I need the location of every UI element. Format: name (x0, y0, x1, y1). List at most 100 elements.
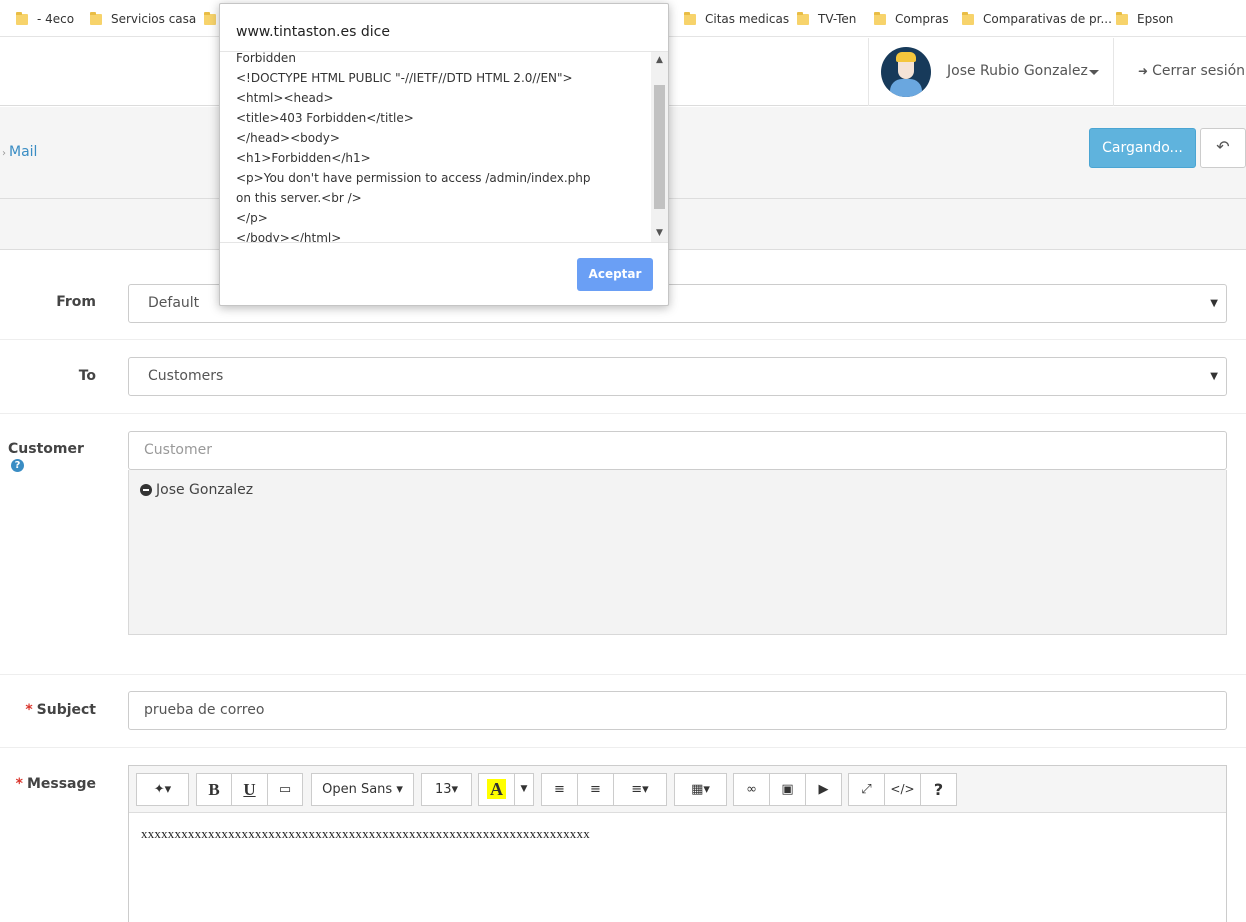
folder-icon (1116, 11, 1128, 25)
image-button[interactable]: ▣ (769, 773, 806, 806)
subject-value: prueba de correo (144, 702, 265, 718)
required-marker: * (25, 702, 33, 718)
bookmark-epson[interactable]: Epson (1116, 11, 1173, 27)
code-icon: </> (890, 782, 915, 796)
scroll-down-icon[interactable]: ▼ (651, 225, 668, 242)
dialog-line: <h1>Forbidden</h1> (236, 151, 371, 165)
save-loading-button[interactable]: Cargando... (1089, 128, 1196, 168)
fullscreen-icon: ⤢ (861, 782, 872, 797)
highlight-button[interactable]: A (478, 773, 515, 806)
magic-wand-button[interactable]: ✦▾ (136, 773, 189, 806)
customer-name: Jose Gonzalez (156, 482, 254, 498)
selected-customers-list: Jose Gonzalez (128, 470, 1227, 635)
code-view-button[interactable]: </> (884, 773, 921, 806)
customer-label: Customer? (8, 441, 84, 472)
dialog-line: Forbidden (236, 51, 296, 65)
remove-icon[interactable] (140, 484, 152, 496)
folder-icon (204, 11, 216, 25)
dialog-line: <html><head> (236, 91, 334, 105)
to-select[interactable]: Customers ▼ (128, 357, 1227, 396)
dialog-line: </body></html> (236, 231, 342, 243)
link-icon: ∞ (746, 782, 757, 797)
dialog-message[interactable]: Forbidden <!DOCTYPE HTML PUBLIC "-//IETF… (220, 51, 668, 243)
breadcrumb[interactable]: › Mail (2, 144, 37, 160)
dropdown-arrow-icon: ▼ (1210, 371, 1218, 382)
numbered-list-icon: ≡ (590, 782, 601, 797)
caret-down-icon: ▾ (396, 782, 403, 797)
to-label: To (78, 368, 96, 384)
link-button[interactable]: ∞ (733, 773, 770, 806)
bookmark-hidden[interactable] (204, 11, 216, 27)
alert-dialog: www.tintaston.es dice Forbidden <!DOCTYP… (219, 3, 669, 306)
folder-icon (90, 11, 102, 25)
bookmark-servicios-casa[interactable]: Servicios casa (90, 11, 196, 27)
message-body[interactable]: xxxxxxxxxxxxxxxxxxxxxxxxxxxxxxxxxxxxxxxx… (141, 826, 590, 842)
unordered-list-button[interactable]: ≡ (541, 773, 578, 806)
dialog-line: </head><body> (236, 131, 340, 145)
editor-toolbar: ✦▾ B U ▭ Open Sans ▾ 13▾ A ▼ ≡ ≡ ≡▾ ▦▾ ∞… (129, 766, 1226, 813)
highlight-icon: A (487, 779, 506, 799)
row-divider (0, 339, 1246, 340)
bold-button[interactable]: B (196, 773, 232, 806)
bookmark-citas-medicas[interactable]: Citas medicas (684, 11, 789, 27)
from-label: From (56, 294, 96, 310)
subject-input[interactable]: prueba de correo (128, 691, 1227, 730)
magic-wand-icon: ✦▾ (153, 782, 172, 797)
bullet-list-icon: ≡ (554, 782, 565, 797)
folder-icon (874, 11, 886, 25)
message-editor[interactable]: ✦▾ B U ▭ Open Sans ▾ 13▾ A ▼ ≡ ≡ ≡▾ ▦▾ ∞… (128, 765, 1227, 922)
customer-placeholder: Customer (144, 442, 213, 458)
user-menu[interactable]: Jose Rubio Gonzalez (868, 38, 1114, 106)
sign-out-icon: ➜ (1138, 64, 1149, 78)
logout-link[interactable]: ➜ Cerrar sesión (1138, 63, 1245, 79)
scroll-up-icon[interactable]: ▲ (651, 52, 668, 69)
accept-button[interactable]: Aceptar (577, 258, 653, 291)
align-left-icon: ≡▾ (631, 782, 649, 797)
customer-search-input[interactable]: Customer (128, 431, 1227, 470)
bookmark-comparativas[interactable]: Comparativas de pr... (962, 11, 1112, 27)
user-name: Jose Rubio Gonzalez (947, 63, 1088, 79)
list-item: Jose Gonzalez (140, 482, 253, 498)
back-button[interactable]: ↶ (1200, 128, 1246, 168)
folder-icon (797, 11, 809, 25)
bookmark-compras[interactable]: Compras (874, 11, 949, 27)
image-icon: ▣ (781, 782, 794, 797)
table-button[interactable]: ▦▾ (674, 773, 727, 806)
underline-button[interactable]: U (231, 773, 268, 806)
video-button[interactable]: ▶ (805, 773, 842, 806)
help-button[interactable]: ? (920, 773, 957, 806)
breadcrumb-separator: › (2, 148, 6, 159)
table-icon: ▦▾ (691, 782, 710, 797)
caret-down-icon: ▼ (520, 784, 528, 794)
required-marker: * (15, 776, 23, 792)
dialog-line: </p> (236, 211, 268, 225)
scroll-thumb[interactable] (654, 85, 665, 209)
ordered-list-button[interactable]: ≡ (577, 773, 614, 806)
from-value: Default (148, 295, 200, 311)
bookmark-4eco[interactable]: - 4eco (16, 11, 74, 27)
row-divider (0, 413, 1246, 414)
folder-icon (962, 11, 974, 25)
font-size-button[interactable]: 13▾ (421, 773, 472, 806)
paragraph-align-button[interactable]: ≡▾ (613, 773, 667, 806)
font-family-button[interactable]: Open Sans ▾ (311, 773, 414, 806)
dialog-line: <!DOCTYPE HTML PUBLIC "-//IETF//DTD HTML… (236, 71, 573, 85)
eraser-icon: ▭ (278, 782, 292, 797)
row-divider (0, 747, 1246, 748)
row-divider (0, 674, 1246, 675)
bookmark-tv-ten[interactable]: TV-Ten (797, 11, 856, 27)
fullscreen-button[interactable]: ⤢ (848, 773, 885, 806)
undo-icon: ↶ (1216, 137, 1230, 156)
to-value: Customers (148, 368, 224, 384)
folder-icon (684, 11, 696, 25)
highlight-dropdown-button[interactable]: ▼ (514, 773, 534, 806)
eraser-button[interactable]: ▭ (267, 773, 303, 806)
dialog-line: <title>403 Forbidden</title> (236, 111, 414, 125)
caret-down-icon (1089, 70, 1099, 75)
dialog-title: www.tintaston.es dice (236, 24, 390, 40)
folder-icon (16, 11, 28, 25)
dialog-scrollbar[interactable]: ▲ ▼ (651, 52, 668, 242)
message-label: * Message (15, 776, 96, 792)
dialog-line: on this server.<br /> (236, 191, 362, 205)
help-icon[interactable]: ? (11, 459, 24, 472)
